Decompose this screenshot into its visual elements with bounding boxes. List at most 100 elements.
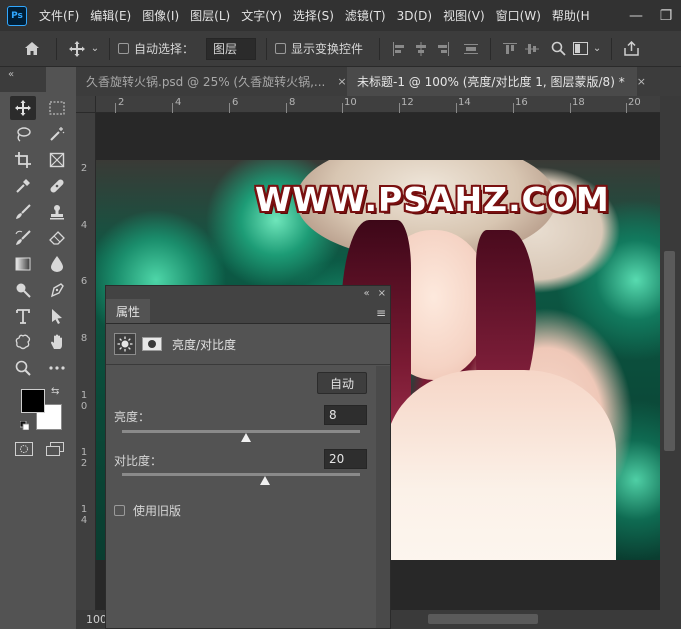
brush-tool-icon[interactable] — [10, 200, 36, 224]
auto-button[interactable]: 自动 — [317, 372, 367, 394]
show-transform-checkbox[interactable] — [275, 43, 287, 54]
document-tabs: 久香旋转火锅.psd @ 25% (久香旋转火锅,... × 未标题-1 @ 1… — [76, 67, 681, 96]
photoshop-logo: Ps — [7, 5, 27, 26]
align-left-icon[interactable] — [388, 38, 410, 60]
blur-tool-icon[interactable] — [44, 252, 70, 276]
align-middle-icon[interactable] — [521, 38, 543, 60]
chevron-down-icon[interactable]: ⌄ — [591, 38, 603, 60]
close-icon[interactable]: × — [337, 75, 346, 88]
lasso-tool-icon[interactable] — [10, 122, 36, 146]
menu-view[interactable]: 视图(V) — [443, 7, 485, 24]
quick-mask-icon[interactable] — [15, 442, 33, 456]
path-selection-icon[interactable] — [44, 304, 70, 328]
contrast-slider-track[interactable] — [122, 473, 360, 476]
auto-select-checkbox[interactable] — [118, 43, 129, 54]
healing-brush-icon[interactable] — [44, 174, 70, 198]
move-tool-icon[interactable] — [65, 37, 89, 61]
workspace-icon[interactable] — [569, 38, 591, 60]
distribute-icon[interactable] — [460, 38, 482, 60]
chevron-down-icon[interactable]: ⌄ — [89, 37, 101, 61]
ruler-tick-label: 14 — [80, 504, 88, 526]
divider — [106, 364, 390, 365]
ruler-tick-label: 2 — [80, 163, 88, 174]
menu-layer[interactable]: 图层(L) — [190, 7, 230, 24]
close-icon[interactable]: × — [637, 75, 646, 88]
zoom-tool-icon[interactable] — [10, 356, 36, 380]
crop-tool-icon[interactable] — [10, 148, 36, 172]
tab-untitled-1[interactable]: 未标题-1 @ 100% (亮度/对比度 1, 图层蒙版/8) * × — [347, 67, 646, 96]
pen-tool-icon[interactable] — [44, 278, 70, 302]
restore-button[interactable]: ❐ — [651, 0, 681, 31]
tools-panel — [0, 92, 76, 629]
menu-help[interactable]: 帮助(H — [552, 7, 590, 24]
move-tool-icon[interactable] — [10, 96, 36, 120]
more-tools-icon[interactable] — [44, 356, 70, 380]
history-brush-icon[interactable] — [10, 226, 36, 250]
marquee-tool-icon[interactable] — [44, 96, 70, 120]
use-legacy-option[interactable]: 使用旧版 — [114, 502, 181, 519]
tools-collapse-button[interactable]: « — [0, 67, 46, 92]
scrollbar-thumb[interactable] — [428, 614, 538, 624]
menu-file[interactable]: 文件(F) — [39, 7, 79, 24]
layer-select[interactable]: 图层 — [206, 37, 257, 60]
share-icon[interactable] — [620, 38, 642, 60]
separator — [266, 37, 268, 60]
close-icon[interactable]: × — [378, 288, 386, 299]
show-transform-label: 显示变换控件 — [291, 42, 364, 56]
brightness-slider-thumb[interactable] — [240, 433, 251, 442]
auto-select-label: 自动选择： — [134, 42, 195, 56]
magic-wand-icon[interactable] — [44, 122, 70, 146]
minimize-button[interactable]: — — [621, 0, 651, 31]
type-tool-icon[interactable] — [10, 304, 36, 328]
dodge-tool-icon[interactable] — [10, 278, 36, 302]
home-icon[interactable] — [20, 37, 44, 61]
tab-properties[interactable]: 属性 — [106, 299, 151, 323]
eraser-icon[interactable] — [44, 226, 70, 250]
scrollbar-thumb[interactable] — [664, 251, 675, 451]
eyedropper-icon[interactable] — [10, 174, 36, 198]
hand-tool-icon[interactable] — [44, 330, 70, 354]
separator — [109, 37, 110, 60]
separator — [490, 37, 492, 60]
menu-edit[interactable]: 编辑(E) — [90, 7, 131, 24]
foreground-color-swatch[interactable] — [21, 389, 45, 413]
properties-panel: « × 属性 ≡ 亮度/对比度 自动 亮度： 8 对比度： 20 使用旧版 — [105, 285, 391, 629]
search-icon[interactable] — [547, 38, 569, 60]
adjustment-header: 亮度/对比度 — [114, 333, 236, 355]
menu-window[interactable]: 窗口(W) — [496, 7, 541, 24]
default-colors-icon[interactable] — [19, 419, 30, 431]
brightness-icon[interactable] — [114, 333, 136, 355]
collapse-icon[interactable]: « — [363, 288, 369, 299]
menu-image[interactable]: 图像(I) — [142, 7, 179, 24]
ruler-corner — [76, 96, 96, 113]
use-legacy-checkbox[interactable] — [114, 505, 125, 516]
menu-filter[interactable]: 滤镜(T) — [345, 7, 386, 24]
vertical-scrollbar[interactable] — [660, 96, 681, 610]
align-top-icon[interactable] — [499, 38, 521, 60]
brightness-input[interactable]: 8 — [324, 405, 367, 425]
gradient-tool-icon[interactable] — [10, 252, 36, 276]
panel-menu-icon[interactable]: ≡ — [376, 306, 386, 320]
contrast-slider-thumb[interactable] — [259, 476, 270, 485]
ruler-tick-label: 10 — [80, 390, 88, 412]
adjustment-title: 亮度/对比度 — [172, 337, 237, 352]
panel-header: « × — [106, 286, 390, 300]
menu-type[interactable]: 文字(Y) — [241, 7, 282, 24]
frame-tool-icon[interactable] — [44, 148, 70, 172]
contrast-input[interactable]: 20 — [324, 449, 367, 469]
screen-mode-icon[interactable] — [46, 442, 64, 456]
separator — [56, 37, 57, 60]
ruler-tick-label: 4 — [80, 220, 88, 231]
menu-select[interactable]: 选择(S) — [293, 7, 334, 24]
swap-colors-icon[interactable]: ⇆ — [51, 386, 59, 397]
align-center-icon[interactable] — [410, 38, 432, 60]
contrast-label: 对比度： — [114, 454, 163, 468]
layer-mask-icon[interactable] — [142, 337, 162, 351]
menu-3d[interactable]: 3D(D) — [397, 9, 432, 23]
ruler-ticks — [115, 103, 627, 113]
tab-hotpot-psd[interactable]: 久香旋转火锅.psd @ 25% (久香旋转火锅,... × — [76, 67, 347, 96]
align-right-icon[interactable] — [432, 38, 454, 60]
panel-scrollbar[interactable] — [376, 366, 390, 628]
stamp-tool-icon[interactable] — [44, 200, 70, 224]
custom-shape-icon[interactable] — [10, 330, 36, 354]
